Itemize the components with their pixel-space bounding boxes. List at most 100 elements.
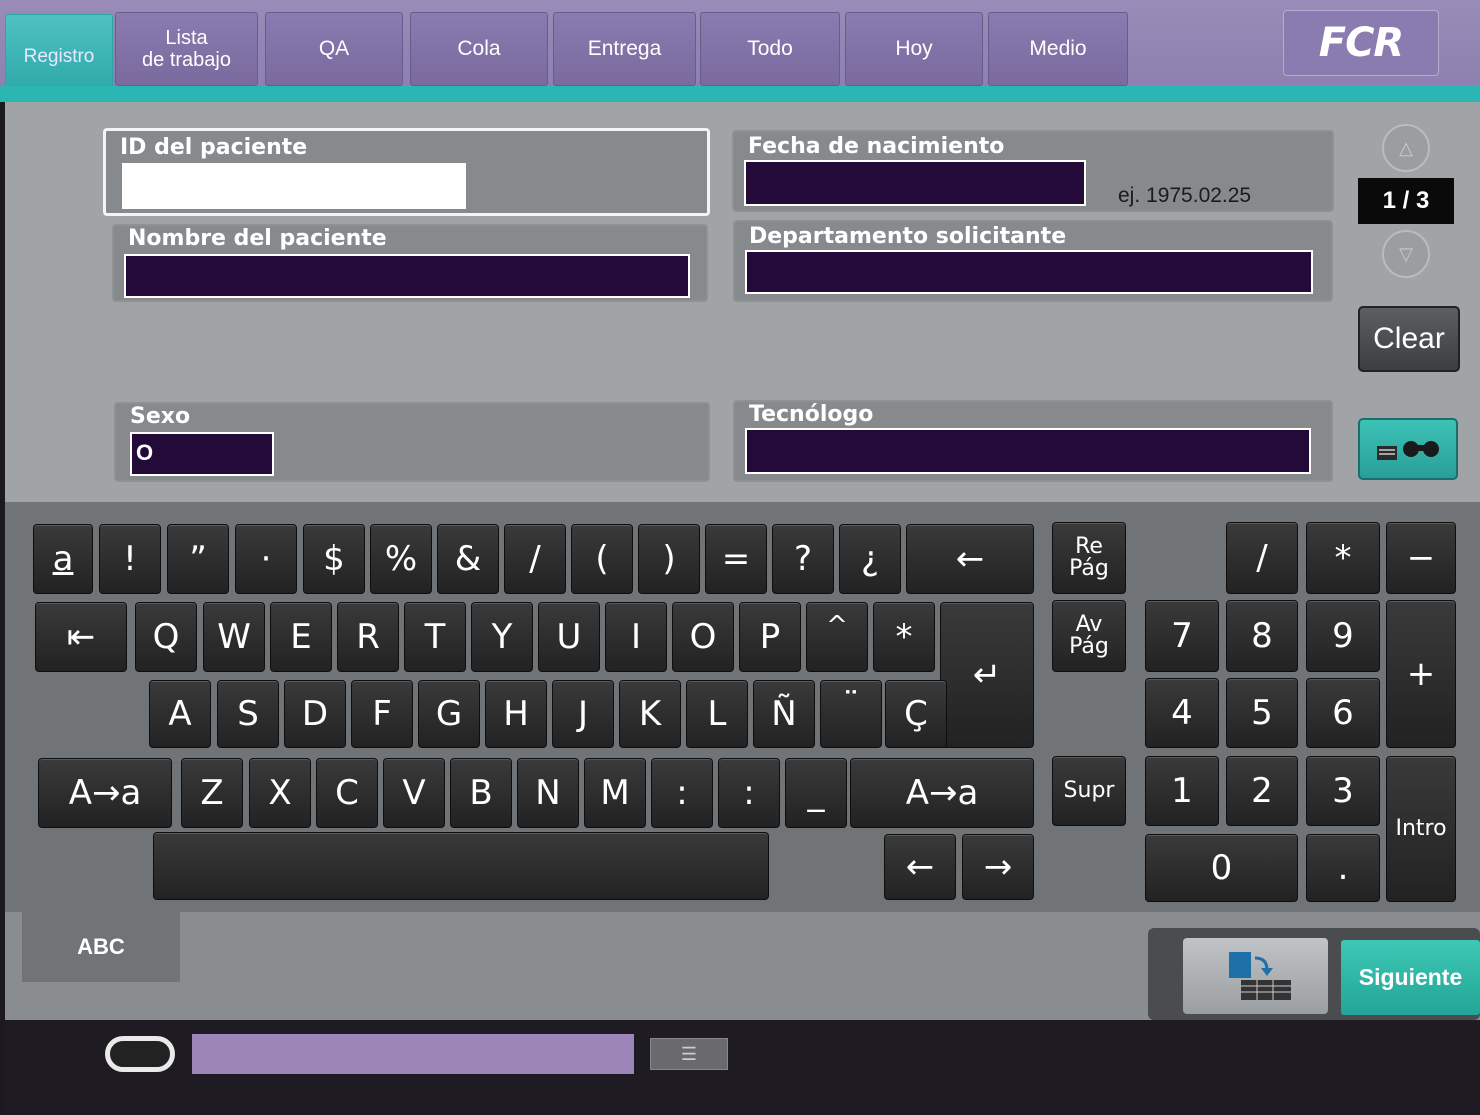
key-colon-2[interactable]: : (718, 758, 780, 828)
numpad-8[interactable]: 8 (1226, 600, 1298, 672)
numpad-star[interactable]: * (1306, 522, 1380, 594)
key-k[interactable]: K (619, 680, 681, 748)
key-d[interactable]: D (284, 680, 346, 748)
key-w[interactable]: W (203, 602, 265, 672)
search-button[interactable] (1358, 418, 1458, 480)
key-percent[interactable]: % (370, 524, 432, 594)
key-diaeresis[interactable]: ¨ (820, 680, 882, 748)
key-paren-open[interactable]: ( (571, 524, 633, 594)
key-g[interactable]: G (418, 680, 480, 748)
next-button[interactable]: Siguiente (1341, 940, 1480, 1015)
tab-key[interactable]: ⇤ (35, 602, 127, 672)
binoculars-icon (1377, 441, 1439, 460)
page-indicator: 1 / 3 (1358, 178, 1454, 224)
numpad-7[interactable]: 7 (1145, 600, 1219, 672)
patient-id-input[interactable] (122, 163, 466, 209)
space-key[interactable] (153, 832, 769, 900)
tab-todo[interactable]: Todo (700, 12, 840, 86)
key-a[interactable]: A (149, 680, 211, 748)
key-asterisk[interactable]: * (873, 602, 935, 672)
key-i[interactable]: I (605, 602, 667, 672)
key-s[interactable]: S (217, 680, 279, 748)
numpad-6[interactable]: 6 (1306, 678, 1380, 748)
key-r[interactable]: R (337, 602, 399, 672)
backspace-key[interactable]: ← (906, 524, 1034, 594)
page-down-key[interactable]: Av Pág (1052, 600, 1126, 672)
key-o[interactable]: O (672, 602, 734, 672)
key-ampersand[interactable]: & (437, 524, 499, 594)
key-caret[interactable]: ^ (806, 602, 868, 672)
key-question[interactable]: ? (772, 524, 834, 594)
key-dollar[interactable]: $ (303, 524, 365, 594)
key-e[interactable]: E (270, 602, 332, 672)
key-colon[interactable]: : (651, 758, 713, 828)
key-y[interactable]: Y (471, 602, 533, 672)
key-paren-close[interactable]: ) (638, 524, 700, 594)
key-c-cedilla[interactable]: Ç (885, 680, 947, 748)
key-m[interactable]: M (584, 758, 646, 828)
swap-view-button[interactable] (1183, 938, 1328, 1014)
tab-cola[interactable]: Cola (410, 12, 548, 86)
numpad-dot[interactable]: . (1306, 834, 1380, 902)
numpad-3[interactable]: 3 (1306, 756, 1380, 826)
numpad-1[interactable]: 1 (1145, 756, 1219, 826)
key-t[interactable]: T (404, 602, 466, 672)
key-h[interactable]: H (485, 680, 547, 748)
key-n-tilde[interactable]: Ñ (753, 680, 815, 748)
key-inverted-question[interactable]: ¿ (839, 524, 901, 594)
enter-key[interactable]: ↵ (940, 602, 1034, 748)
mode-tab-abc[interactable]: ABC (22, 912, 180, 982)
numpad-9[interactable]: 9 (1306, 600, 1380, 672)
tab-hoy[interactable]: Hoy (845, 12, 983, 86)
key-b[interactable]: B (450, 758, 512, 828)
arrow-left-key[interactable]: ← (884, 834, 956, 900)
page-down-button[interactable]: ▽ (1382, 230, 1430, 278)
key-exclamation[interactable]: ! (99, 524, 161, 594)
key-x[interactable]: X (249, 758, 311, 828)
tab-qa[interactable]: QA (265, 12, 403, 86)
fcr-logo: FCR (1283, 10, 1439, 76)
arrow-right-key[interactable]: → (962, 834, 1034, 900)
sex-input[interactable]: O (130, 432, 274, 476)
key-z[interactable]: Z (181, 758, 243, 828)
tab-medio[interactable]: Medio (988, 12, 1128, 86)
numpad-5[interactable]: 5 (1226, 678, 1298, 748)
numpad-minus[interactable]: − (1386, 522, 1456, 594)
numpad-intro[interactable]: Intro (1386, 756, 1456, 902)
numpad-plus[interactable]: + (1386, 600, 1456, 748)
clear-button[interactable]: Clear (1358, 306, 1460, 372)
delete-key[interactable]: Supr (1052, 756, 1126, 826)
numpad-0[interactable]: 0 (1145, 834, 1298, 902)
key-quote[interactable]: ” (167, 524, 229, 594)
key-n[interactable]: N (517, 758, 579, 828)
department-input[interactable] (745, 250, 1313, 294)
key-p[interactable]: P (739, 602, 801, 672)
key-middle-dot[interactable]: · (235, 524, 297, 594)
status-list-icon[interactable]: ☰ (650, 1038, 728, 1070)
key-slash[interactable]: / (504, 524, 566, 594)
key-u[interactable]: U (538, 602, 600, 672)
technologist-input[interactable] (745, 428, 1311, 474)
key-equals[interactable]: = (705, 524, 767, 594)
patient-name-label: Nombre del paciente (128, 226, 387, 251)
numpad-slash[interactable]: / (1226, 522, 1298, 594)
key-c[interactable]: C (316, 758, 378, 828)
patient-name-input[interactable] (124, 254, 690, 298)
key-v[interactable]: V (383, 758, 445, 828)
key-f[interactable]: F (351, 680, 413, 748)
tab-lista-de-trabajo[interactable]: Lista de trabajo (115, 12, 258, 86)
shift-right-key[interactable]: A→a (850, 758, 1034, 828)
key-q[interactable]: Q (135, 602, 197, 672)
numpad-2[interactable]: 2 (1226, 756, 1298, 826)
numpad-4[interactable]: 4 (1145, 678, 1219, 748)
tab-entrega[interactable]: Entrega (553, 12, 696, 86)
shift-left-key[interactable]: A→a (38, 758, 172, 828)
key-j[interactable]: J (552, 680, 614, 748)
birthdate-panel: Fecha de nacimiento ej. 1975.02.25 (732, 130, 1334, 212)
page-up-key[interactable]: Re Pág (1052, 522, 1126, 594)
key-a-lower[interactable]: a (33, 524, 93, 594)
page-up-button[interactable]: △ (1382, 124, 1430, 172)
key-underscore[interactable]: _ (785, 758, 847, 828)
key-l[interactable]: L (686, 680, 748, 748)
birthdate-input[interactable] (744, 160, 1086, 206)
